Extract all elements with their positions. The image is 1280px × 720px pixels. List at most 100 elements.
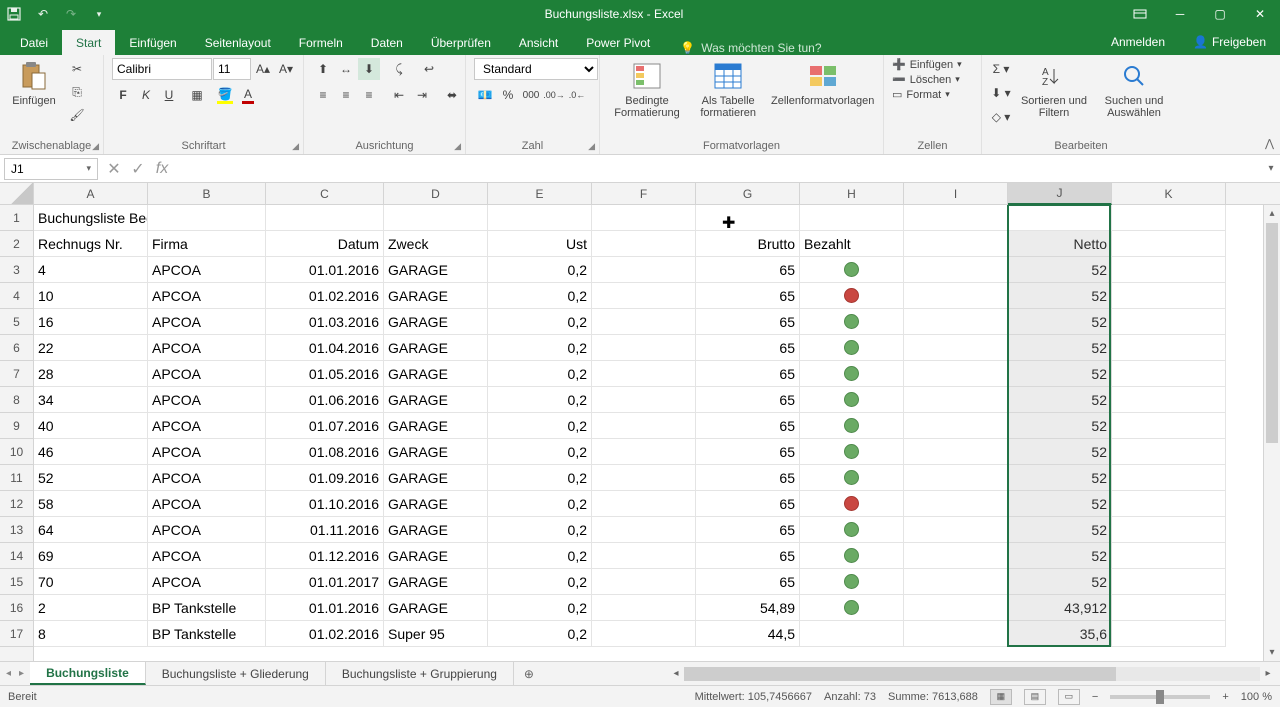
cell[interactable] bbox=[1112, 465, 1226, 491]
tab-seitenlayout[interactable]: Seitenlayout bbox=[191, 30, 285, 55]
cell[interactable]: 65 bbox=[696, 335, 800, 361]
increase-font-icon[interactable]: A▴ bbox=[252, 58, 274, 80]
fx-icon[interactable]: fx bbox=[150, 158, 174, 180]
cell[interactable]: 01.02.2016 bbox=[266, 621, 384, 647]
column-header[interactable]: I bbox=[904, 183, 1008, 204]
row-header[interactable]: 6 bbox=[0, 335, 33, 361]
dialog-launcher-icon[interactable]: ◢ bbox=[454, 141, 461, 152]
dialog-launcher-icon[interactable]: ◢ bbox=[92, 141, 99, 152]
column-header[interactable]: D bbox=[384, 183, 488, 204]
cell[interactable]: GARAGE bbox=[384, 543, 488, 569]
cell[interactable] bbox=[800, 257, 904, 283]
sheet-next-icon[interactable]: ▸ bbox=[19, 668, 24, 679]
cell[interactable]: GARAGE bbox=[384, 595, 488, 621]
row-header[interactable]: 10 bbox=[0, 439, 33, 465]
cell[interactable]: 70 bbox=[34, 569, 148, 595]
cell[interactable]: 52 bbox=[1008, 439, 1112, 465]
cell[interactable] bbox=[904, 491, 1008, 517]
cell[interactable]: GARAGE bbox=[384, 309, 488, 335]
column-header[interactable]: K bbox=[1112, 183, 1226, 204]
row-header[interactable]: 13 bbox=[0, 517, 33, 543]
cell[interactable]: 65 bbox=[696, 439, 800, 465]
cell[interactable] bbox=[800, 439, 904, 465]
cell[interactable] bbox=[904, 309, 1008, 335]
tab-ansicht[interactable]: Ansicht bbox=[505, 30, 572, 55]
cell[interactable]: 44,5 bbox=[696, 621, 800, 647]
cell[interactable]: 0,2 bbox=[488, 595, 592, 621]
border-icon[interactable]: ▦ bbox=[186, 84, 208, 106]
cell[interactable]: 52 bbox=[1008, 413, 1112, 439]
cell[interactable] bbox=[1112, 517, 1226, 543]
cell[interactable] bbox=[904, 335, 1008, 361]
dialog-launcher-icon[interactable]: ◢ bbox=[292, 141, 299, 152]
cell[interactable]: 52 bbox=[1008, 387, 1112, 413]
cell[interactable]: 54,89 bbox=[696, 595, 800, 621]
cell[interactable]: 52 bbox=[1008, 465, 1112, 491]
cell[interactable]: BP Tankstelle bbox=[148, 595, 266, 621]
row-header[interactable]: 16 bbox=[0, 595, 33, 621]
insert-cells-button[interactable]: ➕Einfügen▾ bbox=[892, 58, 962, 71]
cell[interactable] bbox=[904, 465, 1008, 491]
column-header[interactable]: F bbox=[592, 183, 696, 204]
row-header[interactable]: 12 bbox=[0, 491, 33, 517]
share-button[interactable]: 👤 Freigeben bbox=[1179, 29, 1280, 55]
cell[interactable]: 2 bbox=[34, 595, 148, 621]
qat-dropdown-icon[interactable]: ▾ bbox=[90, 9, 108, 20]
cell[interactable] bbox=[592, 283, 696, 309]
expand-formula-bar-icon[interactable]: ▾ bbox=[1262, 163, 1280, 174]
select-all-corner[interactable] bbox=[0, 183, 34, 204]
cell[interactable]: 52 bbox=[1008, 569, 1112, 595]
cell[interactable]: 01.08.2016 bbox=[266, 439, 384, 465]
scroll-right-icon[interactable]: ▸ bbox=[1260, 668, 1276, 679]
font-name-input[interactable] bbox=[112, 58, 212, 80]
cell[interactable] bbox=[800, 569, 904, 595]
scroll-left-icon[interactable]: ◂ bbox=[668, 668, 684, 679]
currency-icon[interactable]: 💶 bbox=[474, 84, 496, 106]
cell[interactable]: BP Tankstelle bbox=[148, 621, 266, 647]
cell[interactable]: Ust bbox=[488, 231, 592, 257]
decrease-decimal-icon[interactable]: .0← bbox=[566, 84, 588, 106]
cell[interactable] bbox=[592, 595, 696, 621]
increase-indent-icon[interactable]: ⇥ bbox=[411, 84, 433, 106]
cell[interactable] bbox=[800, 205, 904, 231]
scroll-up-icon[interactable]: ▴ bbox=[1264, 205, 1280, 222]
cell[interactable] bbox=[800, 361, 904, 387]
cell[interactable] bbox=[800, 309, 904, 335]
cell[interactable]: 0,2 bbox=[488, 361, 592, 387]
cell[interactable]: APCOA bbox=[148, 543, 266, 569]
cell[interactable]: 0,2 bbox=[488, 569, 592, 595]
cell[interactable]: 22 bbox=[34, 335, 148, 361]
decrease-indent-icon[interactable]: ⇤ bbox=[388, 84, 410, 106]
chevron-down-icon[interactable]: ▾ bbox=[86, 163, 91, 174]
cell[interactable]: 28 bbox=[34, 361, 148, 387]
tell-me-box[interactable]: 💡 Was möchten Sie tun? bbox=[680, 41, 821, 55]
cell[interactable] bbox=[1112, 413, 1226, 439]
cell[interactable] bbox=[904, 361, 1008, 387]
horizontal-scrollbar[interactable]: ◂ ▸ bbox=[664, 662, 1280, 685]
thousands-icon[interactable]: 000 bbox=[520, 84, 542, 106]
cell[interactable] bbox=[1112, 205, 1226, 231]
cell[interactable]: Zweck bbox=[384, 231, 488, 257]
cell[interactable] bbox=[266, 205, 384, 231]
minimize-icon[interactable]: ─ bbox=[1160, 0, 1200, 28]
font-color-icon[interactable]: A bbox=[237, 84, 259, 106]
cell[interactable]: 52 bbox=[1008, 283, 1112, 309]
row-header[interactable]: 3 bbox=[0, 257, 33, 283]
cell[interactable] bbox=[800, 413, 904, 439]
cell[interactable] bbox=[592, 361, 696, 387]
cell[interactable]: 58 bbox=[34, 491, 148, 517]
cell[interactable]: Buchungsliste Bedingte Formatierung bbox=[34, 205, 148, 231]
cell[interactable]: 52 bbox=[34, 465, 148, 491]
cell[interactable] bbox=[1112, 309, 1226, 335]
cell-styles-button[interactable]: Zellenformatvorlagen bbox=[770, 58, 875, 107]
cell[interactable]: 4 bbox=[34, 257, 148, 283]
cell[interactable]: 0,2 bbox=[488, 465, 592, 491]
cell[interactable]: 35,6 bbox=[1008, 621, 1112, 647]
format-cells-button[interactable]: ▭Format▾ bbox=[892, 88, 950, 101]
cell[interactable]: 65 bbox=[696, 517, 800, 543]
cell[interactable] bbox=[1112, 621, 1226, 647]
cell[interactable] bbox=[904, 569, 1008, 595]
cell[interactable] bbox=[904, 257, 1008, 283]
find-select-button[interactable]: Suchen und Auswählen bbox=[1096, 58, 1172, 119]
cell[interactable]: APCOA bbox=[148, 517, 266, 543]
